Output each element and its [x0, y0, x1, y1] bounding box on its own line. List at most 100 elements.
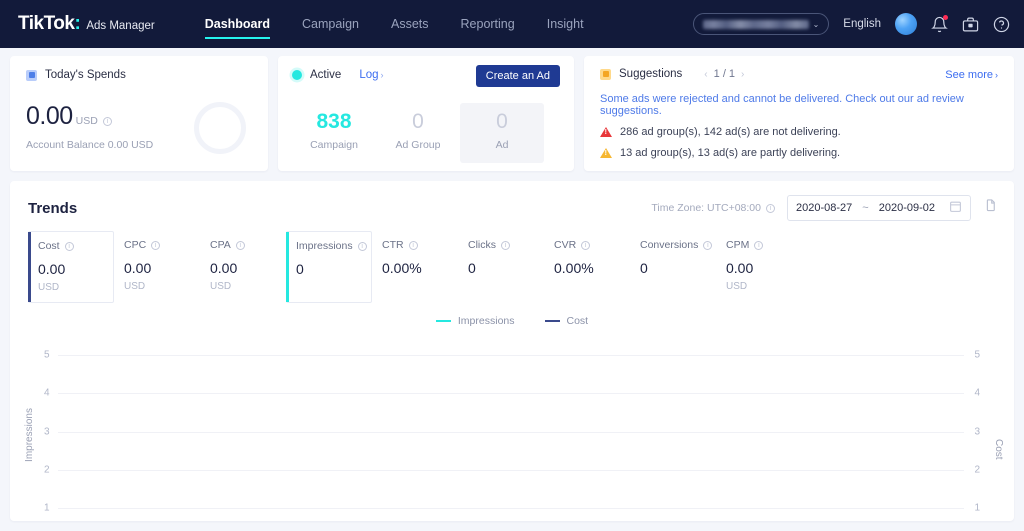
date-range-picker[interactable]: 2020-08-27 ~ 2020-09-02: [787, 195, 971, 221]
info-icon[interactable]: i: [236, 241, 245, 250]
bell-icon[interactable]: [931, 16, 948, 33]
metric-cost-unit: USD: [38, 282, 113, 294]
spends-currency: USD: [76, 115, 98, 127]
y-tick-right-4: 4: [974, 388, 980, 399]
summary-cards-row: Today's Spends 0.00 USD i Account Balanc…: [0, 48, 1024, 171]
suggestions-card: Suggestions ‹ 1 / 1 › See more› Some ads…: [584, 56, 1014, 171]
metric-cpa-value: 0.00: [210, 260, 286, 276]
metric-cpm[interactable]: CPMi 0.00 USD: [716, 231, 802, 303]
info-icon[interactable]: i: [358, 242, 367, 251]
y-tick-right-5: 5: [974, 350, 980, 361]
stat-ad-group[interactable]: 0 Ad Group: [376, 103, 460, 163]
nav-item-insight[interactable]: Insight: [531, 0, 600, 48]
prev-page-icon[interactable]: ‹: [704, 69, 707, 80]
chevron-right-icon: ›: [381, 70, 384, 80]
metric-impressions[interactable]: Impressionsi 0: [286, 231, 372, 303]
brand[interactable]: TikTok: Ads Manager: [18, 13, 155, 35]
nav-item-campaign[interactable]: Campaign: [286, 0, 375, 48]
nav-item-dashboard[interactable]: Dashboard: [189, 0, 286, 48]
info-icon[interactable]: i: [65, 242, 74, 251]
metric-selected-bar: [28, 232, 31, 302]
language-switcher[interactable]: English: [843, 18, 881, 30]
page-title: Trends: [28, 200, 77, 217]
metric-cpm-value: 0.00: [726, 260, 802, 276]
info-icon[interactable]: i: [754, 241, 763, 250]
gridline: [58, 432, 964, 433]
spends-card-title: Today's Spends: [45, 69, 126, 81]
metric-cpa-label: CPAi: [210, 239, 286, 251]
help-icon[interactable]: [993, 16, 1010, 33]
nav-item-assets[interactable]: Assets: [375, 0, 445, 48]
suggestion-item-error: 286 ad group(s), 142 ad(s) are not deliv…: [600, 126, 998, 138]
metric-cpa[interactable]: CPAi 0.00 USD: [200, 231, 286, 303]
info-icon[interactable]: i: [409, 241, 418, 250]
active-status-label: Active: [310, 69, 341, 81]
info-icon[interactable]: i: [766, 204, 775, 213]
todays-spends-card: Today's Spends 0.00 USD i Account Balanc…: [10, 56, 268, 171]
chevron-right-icon: ›: [995, 70, 998, 80]
nav-item-reporting[interactable]: Reporting: [445, 0, 531, 48]
y-axis-right-title: Cost: [993, 439, 1004, 460]
metric-cpc-label: CPCi: [124, 239, 200, 251]
y-tick-left-5: 5: [44, 350, 50, 361]
stat-ad[interactable]: 0 Ad: [460, 103, 544, 163]
chevron-down-icon: ⌄: [813, 20, 820, 29]
active-status-icon: [292, 70, 302, 80]
spends-card-header: Today's Spends: [26, 69, 252, 81]
suggestions-icon: [600, 69, 611, 80]
metric-cpc[interactable]: CPCi 0.00 USD: [114, 231, 200, 303]
metric-conversions-label: Conversionsi: [640, 239, 716, 251]
metric-ctr-label: CTRi: [382, 239, 458, 251]
date-range-end: 2020-09-02: [879, 202, 935, 214]
next-page-icon[interactable]: ›: [741, 69, 744, 80]
info-icon[interactable]: i: [103, 117, 112, 126]
gridline: [58, 470, 964, 471]
info-icon[interactable]: i: [501, 241, 510, 250]
metric-ctr-value: 0.00%: [382, 260, 458, 276]
info-icon[interactable]: i: [581, 241, 590, 250]
metric-clicks-value: 0: [468, 260, 544, 276]
metric-cost-label: Costi: [38, 240, 113, 252]
main-nav-links: Dashboard Campaign Assets Reporting Insi…: [189, 0, 600, 48]
log-link[interactable]: Log›: [359, 69, 383, 81]
metric-impressions-unit: [296, 282, 371, 294]
legend-item-impressions[interactable]: Impressions: [436, 315, 515, 327]
suggestion-warning-text: 13 ad group(s), 13 ad(s) are partly deli…: [620, 147, 840, 159]
export-icon[interactable]: [983, 198, 998, 218]
legend-item-cost[interactable]: Cost: [545, 315, 589, 327]
stat-campaign[interactable]: 838 Campaign: [292, 103, 376, 163]
gridline: [58, 393, 964, 394]
metric-clicks[interactable]: Clicksi 0: [458, 231, 544, 303]
avatar[interactable]: [895, 13, 917, 35]
metric-cvr-value: 0.00%: [554, 260, 630, 276]
page-indicator: 1 / 1: [714, 68, 735, 80]
see-more-link[interactable]: See more›: [945, 69, 998, 81]
metric-selected-bar: [286, 232, 289, 302]
suggestions-pager: ‹ 1 / 1 ›: [704, 68, 744, 80]
ad-label: Ad: [460, 139, 544, 151]
y-tick-left-4: 4: [44, 388, 50, 399]
metric-ctr-unit: [382, 281, 458, 293]
metric-ctr[interactable]: CTRi 0.00%: [372, 231, 458, 303]
briefcase-icon[interactable]: [962, 16, 979, 33]
y-tick-right-2: 2: [974, 465, 980, 476]
metric-cost[interactable]: Costi 0.00 USD: [28, 231, 114, 303]
info-icon[interactable]: i: [703, 241, 712, 250]
suggestions-card-title: Suggestions: [619, 68, 682, 80]
metric-conversions[interactable]: Conversionsi 0: [630, 231, 716, 303]
legend-label-cost: Cost: [567, 315, 589, 327]
account-selector[interactable]: ⌄: [693, 13, 829, 35]
timezone-label: Time Zone: UTC+08:00i: [651, 202, 775, 214]
spends-progress-ring: [194, 102, 246, 154]
y-tick-left-1: 1: [44, 503, 50, 514]
metric-cvr[interactable]: CVRi 0.00%: [544, 231, 630, 303]
spends-icon: [26, 70, 37, 81]
trends-chart: Impressions Cost 5 5 4 4 3 3 2 2 1 1: [10, 335, 1014, 521]
ad-group-count: 0: [376, 111, 460, 132]
info-icon[interactable]: i: [151, 241, 160, 250]
suggestion-lead-text[interactable]: Some ads were rejected and cannot be del…: [600, 93, 998, 117]
metric-cpm-label: CPMi: [726, 239, 802, 251]
metric-cpc-value: 0.00: [124, 260, 200, 276]
metric-cpm-unit: USD: [726, 281, 802, 293]
create-an-ad-button[interactable]: Create an Ad: [476, 65, 560, 87]
